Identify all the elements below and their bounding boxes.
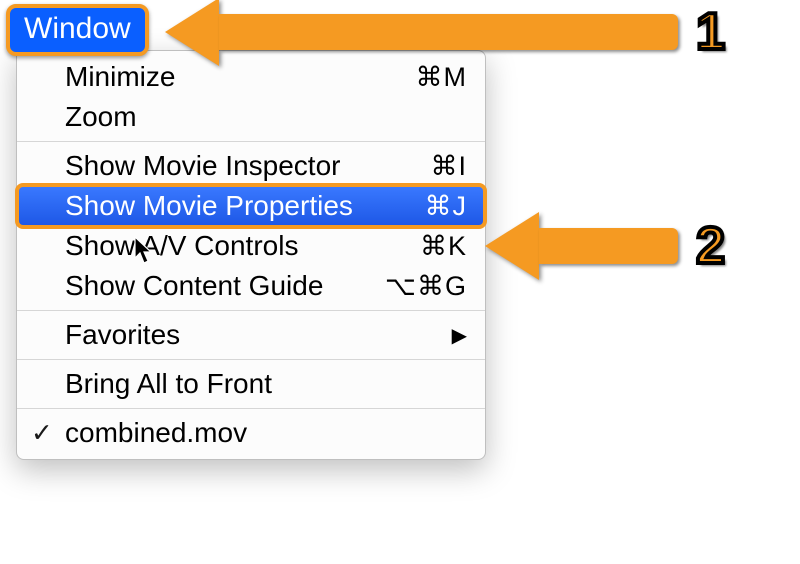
annotation-number-2: 2 — [696, 216, 725, 276]
menu-item-bring-all-to-front[interactable]: Bring All to Front — [17, 364, 485, 404]
annotation-arrow-1: 1 — [165, 0, 725, 66]
menu-item-zoom[interactable]: Zoom — [17, 97, 485, 137]
check-icon: ✓ — [31, 418, 53, 449]
menu-divider — [17, 359, 485, 360]
menu-item-label: Bring All to Front — [65, 368, 357, 400]
menu-item-show-av-controls[interactable]: Show A/V Controls ⌘K — [17, 226, 485, 266]
menu-item-label: combined.mov — [65, 417, 357, 449]
menu-item-shortcut: ⌘M — [377, 62, 467, 93]
arrow-head-icon — [485, 212, 539, 280]
menu-item-favorites[interactable]: Favorites ▶ — [17, 315, 485, 355]
menu-title-label: Window — [24, 12, 131, 45]
menu-item-label: Zoom — [65, 101, 357, 133]
menu-divider — [17, 141, 485, 142]
menu-item-show-movie-properties[interactable]: Show Movie Properties ⌘J — [17, 186, 485, 226]
annotation-arrow-2: 2 — [485, 212, 725, 280]
menu-title[interactable]: Window — [6, 4, 149, 56]
menu-divider — [17, 310, 485, 311]
menu-item-shortcut: ⌥⌘G — [377, 271, 467, 302]
menu-item-shortcut: ⌘J — [377, 191, 467, 222]
window-menu-panel: Minimize ⌘M Zoom Show Movie Inspector ⌘I… — [16, 50, 486, 460]
menu-item-label: Show Movie Properties — [65, 190, 357, 222]
menu-divider — [17, 408, 485, 409]
arrow-body — [219, 14, 678, 50]
arrow-body — [539, 228, 678, 264]
submenu-arrow-icon: ▶ — [452, 323, 467, 348]
annotation-number-1: 1 — [696, 2, 725, 62]
menu-item-shortcut: ⌘K — [377, 231, 467, 262]
menu-item-combined-mov[interactable]: ✓ combined.mov — [17, 413, 485, 453]
menu-item-show-content-guide[interactable]: Show Content Guide ⌥⌘G — [17, 266, 485, 306]
menu-item-label: Favorites — [65, 319, 432, 351]
menu-item-show-movie-inspector[interactable]: Show Movie Inspector ⌘I — [17, 146, 485, 186]
arrow-head-icon — [165, 0, 219, 66]
menu-item-label: Show Content Guide — [65, 270, 357, 302]
menu-item-shortcut: ⌘I — [377, 151, 467, 182]
menu-item-label: Show Movie Inspector — [65, 150, 357, 182]
menu-item-label: Show A/V Controls — [65, 230, 357, 262]
